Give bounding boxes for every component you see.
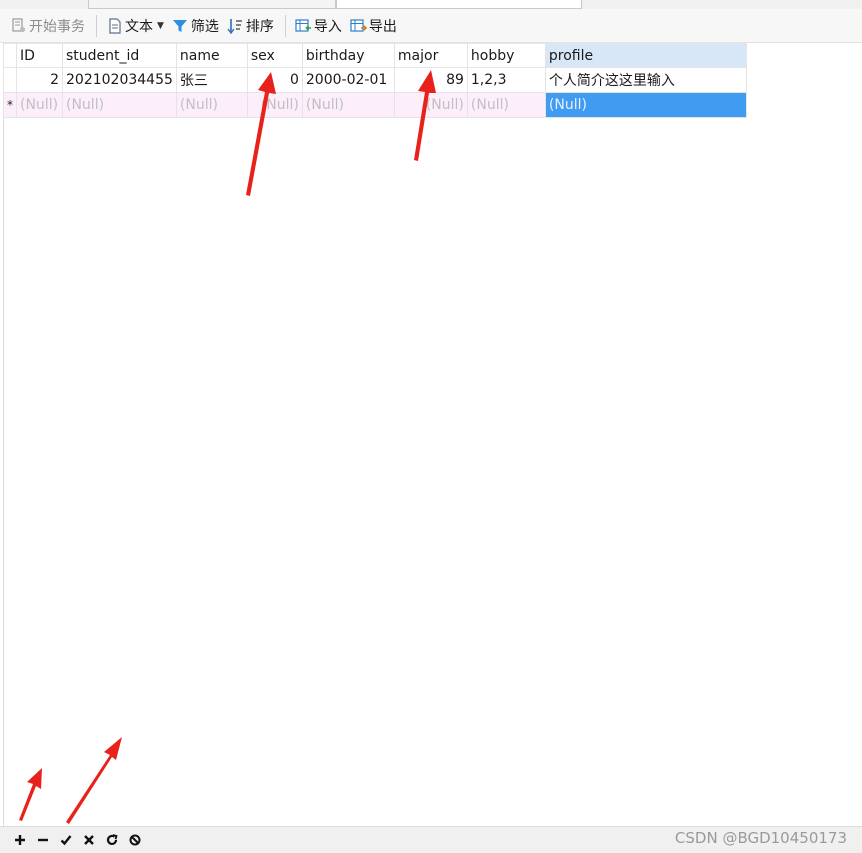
watermark: CSDN @BGD10450173 [674,829,847,847]
null-cell-profile-selected[interactable]: (Null) [544,92,747,118]
cell-hobby[interactable]: 1,2,3 [466,67,546,93]
export-button[interactable]: 导出 [347,14,400,38]
check-icon [60,835,71,846]
tab-previous[interactable] [88,0,336,9]
row-indicator[interactable] [3,67,17,93]
null-cell-student-id[interactable]: (Null) [62,92,177,118]
column-header-name[interactable]: name [175,43,248,68]
cell-major[interactable]: 89 [393,67,468,93]
filter-icon [172,17,189,34]
text-button[interactable]: 文本 ▼ [103,14,167,38]
grid-gutter-line [3,43,4,826]
column-header-birthday[interactable]: birthday [301,43,395,68]
transaction-icon [10,17,27,34]
plus-icon [14,835,25,845]
cell-profile[interactable]: 个人简介这这里输入 [544,67,747,93]
new-record-row[interactable]: * (Null) (Null) (Null) (Null) (Null) (Nu… [3,92,747,118]
filter-label: 筛选 [190,18,219,35]
column-header-major[interactable]: major [393,43,468,68]
sort-label: 排序 [245,18,274,35]
refresh-icon [106,834,118,845]
minus-icon [37,838,48,842]
grid-header-row: ID student_id name sex birthday major ho… [3,43,747,68]
null-cell-major[interactable]: (Null) [393,92,468,118]
sort-icon [227,17,244,34]
new-row-indicator[interactable]: * [3,92,17,118]
table-row[interactable]: 2 202102034455 张三 0 2000-02-01 89 1,2,3 … [3,67,747,93]
import-button[interactable]: 导入 [292,14,345,38]
toolbar-separator [284,14,286,37]
null-cell-birthday[interactable]: (Null) [301,92,395,118]
toolbar-separator [96,14,97,37]
arrow-to-add-button [19,768,42,821]
tab-strip [0,0,862,9]
column-header-id[interactable]: ID [16,43,63,68]
column-header-profile[interactable]: profile [544,43,747,68]
toolbar: 开始事务 文本 ▼ 筛选 排序 导入 导出 [0,9,862,43]
column-header-sex[interactable]: sex [246,43,303,68]
stop-icon [129,834,140,846]
cell-birthday[interactable]: 2000-02-01 [301,67,395,93]
null-cell-sex[interactable]: (Null) [246,92,303,118]
begin-transaction-label: 开始事务 [29,18,85,35]
document-icon [106,17,123,34]
column-header-student-id[interactable]: student_id [62,43,177,68]
null-cell-name[interactable]: (Null) [175,92,248,118]
arrow-to-apply-button [66,737,122,824]
null-cell-hobby[interactable]: (Null) [466,92,546,118]
apply-changes-button[interactable] [54,829,77,851]
delete-record-button[interactable] [31,829,54,851]
cell-student-id[interactable]: 202102034455 [62,67,177,93]
cell-id[interactable]: 2 [16,67,63,93]
export-table-icon [350,17,367,34]
cell-name[interactable]: 张三 [175,67,248,93]
cross-icon [83,835,94,845]
export-label: 导出 [368,18,397,35]
cell-sex[interactable]: 0 [246,67,303,93]
begin-transaction-button[interactable]: 开始事务 [7,14,88,38]
text-label: 文本 [125,18,153,35]
row-indicator-header [3,43,17,68]
chevron-down-icon: ▼ [157,20,164,31]
column-header-hobby[interactable]: hobby [466,43,546,68]
stop-button[interactable] [123,829,146,851]
import-table-icon [295,17,312,34]
import-label: 导入 [313,18,342,35]
annotation-arrows [19,70,436,824]
filter-button[interactable]: 筛选 [169,14,222,38]
refresh-button[interactable] [100,829,123,851]
add-record-button[interactable] [8,829,31,851]
sort-button[interactable]: 排序 [224,14,277,38]
null-cell-id[interactable]: (Null) [16,92,63,118]
data-grid: ID student_id name sex birthday major ho… [3,43,747,118]
discard-changes-button[interactable] [77,829,100,851]
tab-current[interactable] [336,0,582,9]
